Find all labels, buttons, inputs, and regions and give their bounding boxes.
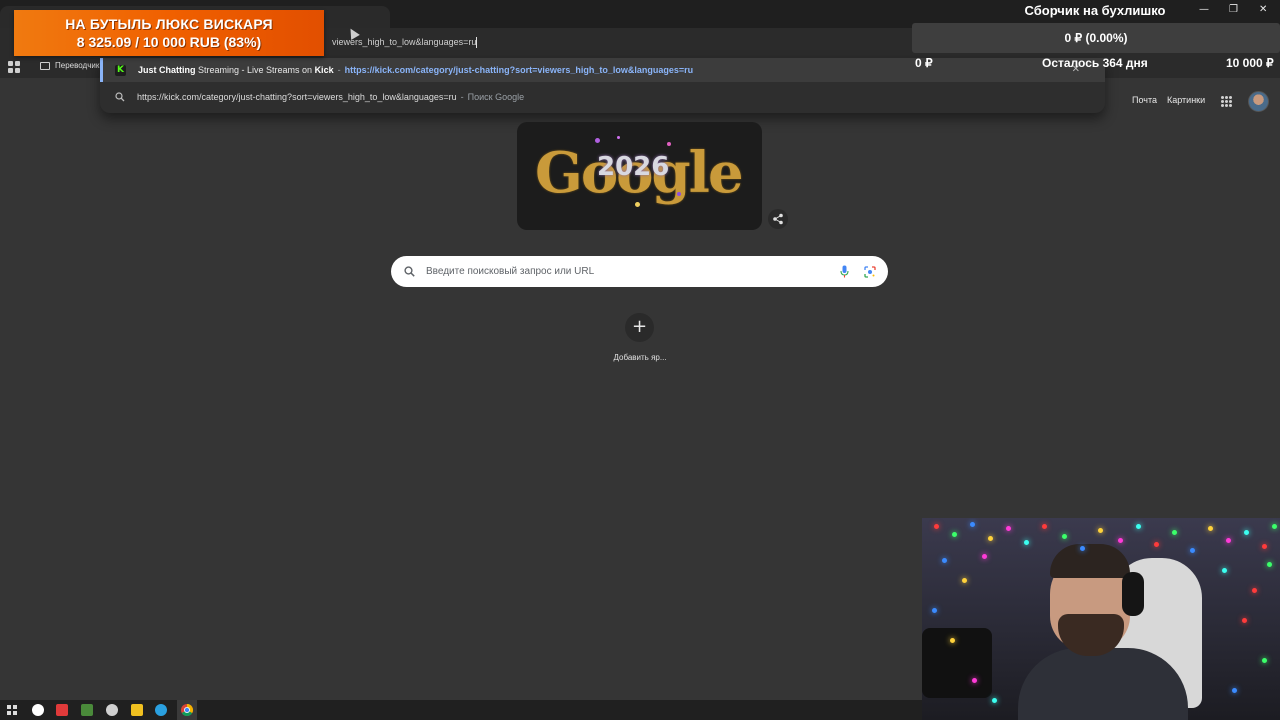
donation-goal-widget: НА БУТЫЛЬ ЛЮКС ВИСКАРЯ 8 325.09 / 10 000… bbox=[14, 10, 324, 56]
light-bulb bbox=[1232, 688, 1237, 693]
screen: viewers_high_to_low&languages=ru Перевод… bbox=[0, 0, 1280, 720]
yandex-browser-icon[interactable] bbox=[32, 704, 44, 716]
confetti bbox=[667, 142, 671, 146]
light-bulb bbox=[1136, 524, 1141, 529]
goal-days-left: Осталось 364 дня bbox=[1042, 56, 1148, 70]
yandex-icon[interactable] bbox=[56, 704, 68, 716]
doodle-year: 2026 bbox=[597, 152, 670, 182]
light-bulb bbox=[1118, 538, 1123, 543]
light-bulb bbox=[1042, 524, 1047, 529]
restore-button[interactable]: ❐ bbox=[1229, 4, 1238, 15]
light-bulb bbox=[1252, 588, 1257, 593]
taskbar bbox=[0, 700, 922, 720]
telegram-icon[interactable] bbox=[155, 704, 167, 716]
app-icon-2[interactable] bbox=[131, 704, 143, 716]
goal-max-value: 10 000 ₽ bbox=[1226, 56, 1274, 70]
light-bulb bbox=[1024, 540, 1029, 545]
light-bulb bbox=[1006, 526, 1011, 531]
confetti bbox=[617, 136, 620, 139]
add-shortcut-button[interactable]: + bbox=[625, 313, 654, 342]
search-icon bbox=[115, 92, 125, 102]
light-bulb bbox=[1222, 568, 1227, 573]
goal-title: Сборчик на бухлишко bbox=[1024, 3, 1166, 18]
search-icon bbox=[404, 266, 415, 277]
light-bulb bbox=[1262, 658, 1267, 663]
share-icon bbox=[773, 213, 783, 225]
light-bulb bbox=[1154, 542, 1159, 547]
light-bulb bbox=[1172, 530, 1177, 535]
suggestion-url: https://kick.com/category/just-chatting?… bbox=[344, 65, 694, 75]
text-caret bbox=[476, 37, 478, 49]
light-bulb bbox=[970, 522, 975, 527]
search-input[interactable] bbox=[426, 256, 826, 287]
donation-progress: 8 325.09 / 10 000 RUB (83%) bbox=[76, 34, 262, 50]
suggestion-source: Поиск Google bbox=[467, 92, 525, 102]
streamer-body bbox=[1018, 648, 1188, 720]
google-apps-icon[interactable] bbox=[1221, 96, 1232, 107]
confetti bbox=[595, 138, 600, 143]
suggestion-separator: - bbox=[337, 65, 341, 75]
app-icon[interactable] bbox=[81, 704, 93, 716]
suggestion-search[interactable]: https://kick.com/category/just-chatting?… bbox=[100, 85, 1105, 109]
add-shortcut-label: Добавить яр... bbox=[613, 353, 667, 362]
bookmark-translator[interactable]: Переводчик bbox=[40, 61, 99, 70]
start-icon[interactable] bbox=[7, 705, 17, 715]
goal-progress-bar: 0 ₽ (0.00%) bbox=[912, 23, 1280, 53]
share-doodle-button[interactable] bbox=[768, 209, 788, 229]
light-bulb bbox=[942, 558, 947, 563]
webcam-feed bbox=[922, 518, 1280, 720]
light-bulb bbox=[992, 698, 997, 703]
close-button[interactable]: ✕ bbox=[1259, 4, 1267, 15]
suggestion-title: Just Chatting Streaming - Live Streams o… bbox=[138, 65, 334, 75]
light-bulb bbox=[1242, 618, 1247, 623]
chrome-icon bbox=[181, 704, 194, 717]
confetti bbox=[635, 202, 640, 207]
light-bulb bbox=[1190, 548, 1195, 553]
kick-icon: K bbox=[115, 64, 126, 76]
light-bulb bbox=[952, 532, 957, 537]
light-bulb bbox=[1262, 544, 1267, 549]
light-bulb bbox=[1098, 528, 1103, 533]
light-bulb bbox=[988, 536, 993, 541]
address-bar[interactable]: viewers_high_to_low&languages=ru bbox=[322, 31, 912, 53]
address-bar-text: viewers_high_to_low&languages=ru bbox=[332, 37, 477, 47]
light-bulb bbox=[1267, 562, 1272, 567]
google-doodle[interactable]: Google 2026 bbox=[517, 122, 762, 230]
suggestion-text: https://kick.com/category/just-chatting?… bbox=[137, 92, 457, 102]
goal-min-value: 0 ₽ bbox=[915, 56, 933, 70]
light-bulb bbox=[1062, 534, 1067, 539]
light-bulb bbox=[982, 554, 987, 559]
microphone bbox=[922, 628, 992, 698]
donation-title: НА БУТЫЛЬ ЛЮКС ВИСКАРЯ bbox=[65, 16, 273, 32]
folder-icon bbox=[40, 61, 50, 70]
chrome-taskbar-button[interactable] bbox=[177, 700, 197, 720]
goal-percent: 0 ₽ (0.00%) bbox=[1064, 31, 1128, 45]
confetti bbox=[677, 192, 681, 196]
light-bulb bbox=[972, 678, 977, 683]
microphone-icon[interactable] bbox=[840, 265, 849, 278]
light-bulb bbox=[1272, 524, 1277, 529]
light-bulb bbox=[1208, 526, 1213, 531]
headphones bbox=[1122, 572, 1144, 616]
apps-shortcut-icon[interactable] bbox=[8, 61, 20, 73]
light-bulb bbox=[1080, 546, 1085, 551]
light-bulb bbox=[962, 578, 967, 583]
images-link[interactable]: Картинки bbox=[1167, 95, 1205, 105]
clock-icon[interactable] bbox=[106, 704, 118, 716]
light-bulb bbox=[932, 608, 937, 613]
gmail-link[interactable]: Почта bbox=[1132, 95, 1157, 105]
light-bulb bbox=[1244, 530, 1249, 535]
light-bulb bbox=[1226, 538, 1231, 543]
google-search-box bbox=[391, 256, 888, 287]
account-avatar[interactable] bbox=[1248, 91, 1269, 112]
bookmark-label: Переводчик bbox=[55, 61, 100, 70]
light-bulb bbox=[950, 638, 955, 643]
minimize-button[interactable]: — bbox=[1199, 4, 1209, 15]
light-bulb bbox=[934, 524, 939, 529]
suggestion-separator: - bbox=[460, 92, 464, 102]
google-lens-icon[interactable] bbox=[864, 266, 876, 278]
